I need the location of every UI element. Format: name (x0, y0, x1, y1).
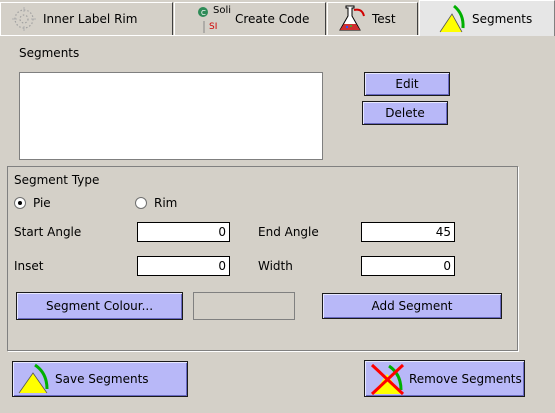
width-field[interactable]: 0 (361, 256, 455, 276)
segment-colour-swatch (193, 292, 295, 320)
tab-test[interactable]: Test (327, 2, 418, 35)
radio-rim-label: Rim (154, 196, 178, 210)
segment-type-title: Segment Type (14, 173, 100, 187)
tab-label: Test (372, 12, 396, 26)
inset-label: Inset (14, 259, 44, 273)
start-angle-label: Start Angle (14, 225, 82, 239)
inset-field[interactable]: 0 (137, 256, 230, 276)
create-code-icon-text: Soli (213, 5, 232, 16)
tab-label: Segments (472, 11, 533, 26)
create-code-icon: C SI Soli (197, 5, 231, 35)
tab-inner-label-rim[interactable]: Inner Label Rim (0, 2, 173, 35)
radio-pie[interactable]: Pie (14, 196, 51, 210)
end-angle-field[interactable]: 45 (361, 222, 455, 242)
width-label: Width (258, 259, 293, 273)
remove-segment-icon (369, 362, 407, 396)
tab-divider (0, 35, 419, 36)
save-segments-button[interactable]: Save Segments (12, 361, 188, 397)
remove-segments-label: Remove Segments (409, 371, 522, 386)
radio-rim[interactable]: Rim (135, 196, 177, 210)
tab-label: Inner Label Rim (43, 12, 138, 26)
tab-segments[interactable]: Segments (419, 0, 555, 36)
start-angle-field[interactable]: 0 (137, 222, 230, 242)
svg-text:C: C (201, 9, 206, 17)
radio-pie-control[interactable] (14, 197, 26, 209)
end-angle-label: End Angle (258, 225, 319, 239)
segment-icon (438, 4, 466, 34)
segments-list[interactable] (19, 72, 323, 160)
edit-button[interactable]: Edit (364, 72, 450, 96)
flask-icon (338, 4, 366, 34)
delete-button[interactable]: Delete (362, 101, 448, 125)
tab-label: Create Code (235, 12, 310, 26)
segments-label: Segments (19, 46, 80, 60)
radio-rim-control[interactable] (135, 197, 147, 209)
segment-colour-button[interactable]: Segment Colour... (16, 292, 183, 320)
segment-icon (17, 363, 51, 395)
dotted-rim-icon (11, 6, 37, 32)
add-segment-button[interactable]: Add Segment (322, 293, 502, 319)
tab-bar: Inner Label Rim C SI Soli Create Code Te… (0, 0, 555, 36)
radio-selected-dot (18, 201, 22, 205)
svg-text:SI: SI (209, 22, 217, 32)
tab-create-code[interactable]: C SI Soli Create Code (174, 2, 326, 35)
remove-segments-button[interactable]: Remove Segments (364, 360, 525, 397)
radio-pie-label: Pie (33, 196, 51, 210)
save-segments-label: Save Segments (55, 372, 149, 386)
